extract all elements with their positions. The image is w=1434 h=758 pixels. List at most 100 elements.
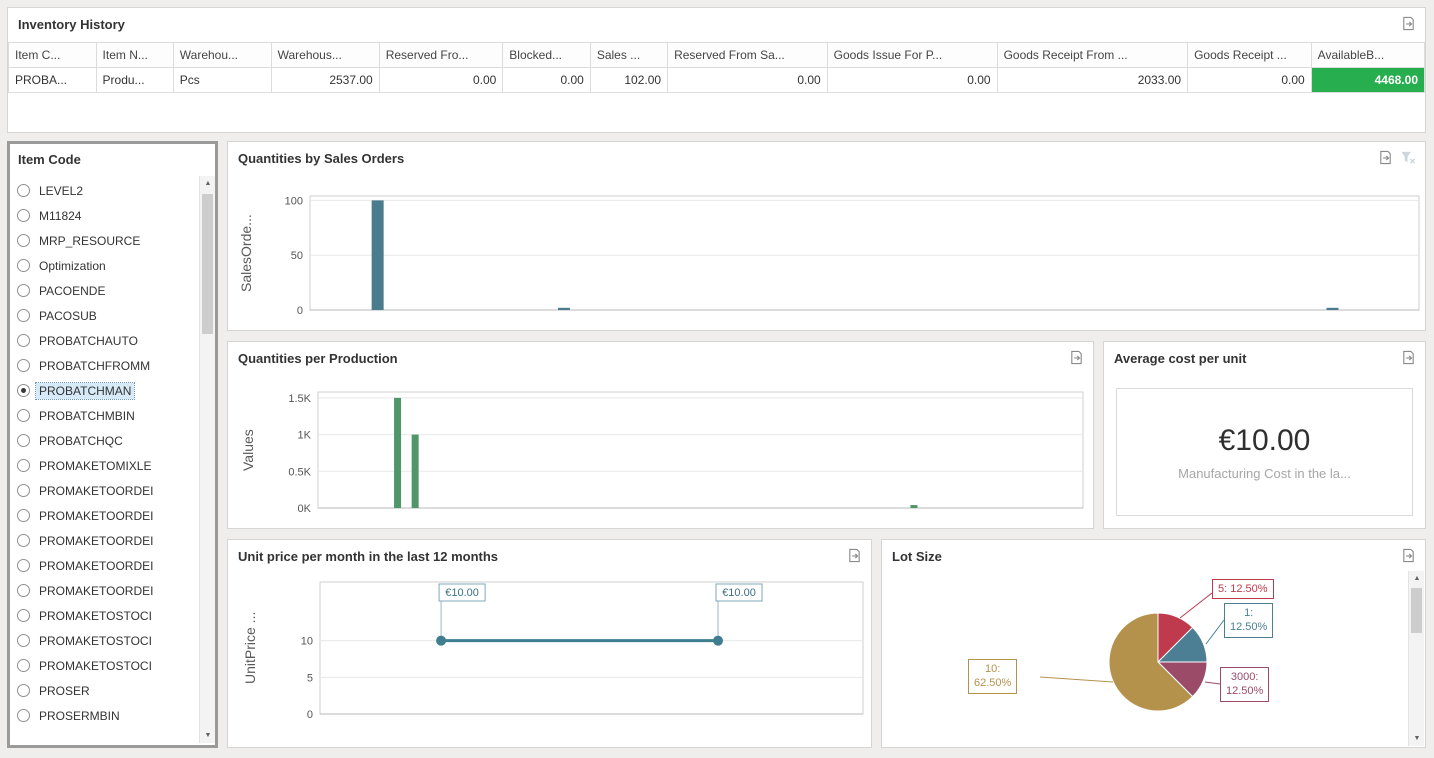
scroll-down-icon[interactable]: ▼ [1409,731,1425,746]
item-code-option[interactable]: PROMAKETOORDEI [10,528,198,553]
svg-text:€10.00: €10.00 [445,587,479,599]
item-code-option[interactable]: PROMAKETOSTOCI [10,603,198,628]
item-code-option[interactable]: PACOENDE [10,278,198,303]
radio-icon [17,559,30,572]
column-header[interactable]: Goods Issue For P... [827,43,997,68]
item-code-option[interactable]: PROBATCHAUTO [10,328,198,353]
vertical-scrollbar[interactable]: ▲ ▼ [1408,571,1424,746]
item-code-option[interactable]: PACOSUB [10,303,198,328]
panel-header: Average cost per unit [1104,342,1425,370]
scrollbar-thumb[interactable] [202,194,213,334]
item-code-label: Optimization [36,258,109,274]
sales-orders-chart[interactable]: 0 50 100 [264,188,1424,328]
export-icon[interactable] [1400,15,1416,31]
scroll-down-icon[interactable]: ▼ [200,728,216,743]
lot-size-chart[interactable] [884,570,1409,746]
unit-price-chart[interactable]: 0510€10.00€10.00 [274,574,868,732]
column-header[interactable]: Reserved From Sa... [668,43,828,68]
item-code-label: PROMAKETOSTOCI [36,608,155,624]
item-code-option[interactable]: PROMAKETOSTOCI [10,628,198,653]
panel-title: Lot Size [892,549,942,564]
svg-text:0: 0 [297,305,303,317]
export-icon[interactable] [1068,349,1084,365]
item-code-option[interactable]: PROMAKETOORDEI [10,478,198,503]
item-code-label: M11824 [36,208,84,224]
clear-filter-icon[interactable] [1400,149,1416,165]
item-code-option[interactable]: M11824 [10,203,198,228]
lot-size-panel: Lot Size 5: 12.50% 1: 12.50% 3000: 12.50… [881,539,1426,748]
radio-icon [17,184,30,197]
item-code-label: PROBATCHQC [36,433,126,449]
item-code-option[interactable]: PROSER [10,678,198,703]
scroll-up-icon[interactable]: ▲ [200,176,216,191]
panel-title: Unit price per month in the last 12 mont… [238,549,498,564]
column-header[interactable]: Warehous... [271,43,379,68]
dashboard-page: Inventory History Item C...Item N...Ware… [0,0,1434,758]
table-cell: 0.00 [668,68,828,93]
radio-icon [17,309,30,322]
item-code-option[interactable]: PROSERMBIN [10,703,198,728]
export-icon[interactable] [1400,547,1416,563]
panel-header: Item Code [10,144,215,172]
export-icon[interactable] [1400,349,1416,365]
item-code-option[interactable]: PROBATCHFROMM [10,353,198,378]
item-code-label: PROMAKETOORDEI [36,558,156,574]
column-header[interactable]: AvailableB... [1311,43,1424,68]
export-icon[interactable] [1377,149,1393,165]
item-code-title: Item Code [18,152,81,167]
item-code-option[interactable]: LEVEL2 [10,178,198,203]
avg-cost-value: €10.00 [1219,424,1311,458]
scroll-up-icon[interactable]: ▲ [1409,571,1425,586]
item-code-panel: Item Code LEVEL2 M11824 MRP_RESOURCE Optimi… [7,141,218,748]
table-cell: Produ... [96,68,173,93]
item-code-option[interactable]: PROMAKETOORDEI [10,553,198,578]
item-code-label: PROBATCHAUTO [36,333,141,349]
radio-icon [17,609,30,622]
column-header[interactable]: Blocked... [503,43,591,68]
avg-cost-subtitle: Manufacturing Cost in the la... [1178,466,1351,481]
table-row[interactable]: PROBA...Produ...Pcs2537.000.000.00102.00… [9,68,1425,93]
item-code-option[interactable]: PROBATCHMAN [10,378,198,403]
item-code-option[interactable]: PROMAKETOMIXLE [10,453,198,478]
item-code-label: LEVEL2 [36,183,86,199]
item-code-option[interactable]: PROMAKETOORDEI [10,578,198,603]
item-code-option[interactable]: PROBATCHQC [10,428,198,453]
item-code-option[interactable]: MRP_RESOURCE [10,228,198,253]
panel-header: Quantities per Production [228,342,1093,370]
column-header[interactable]: Sales ... [590,43,667,68]
radio-icon [17,634,30,647]
item-code-label: PROBATCHFROMM [36,358,153,374]
column-header[interactable]: Item C... [9,43,97,68]
item-code-option[interactable]: PROBATCHMBIN [10,403,198,428]
column-header[interactable]: Goods Receipt ... [1188,43,1312,68]
radio-icon [17,209,30,222]
svg-text:10: 10 [301,636,313,648]
svg-text:50: 50 [291,250,303,262]
radio-icon [17,384,30,397]
item-code-option[interactable]: Optimization [10,253,198,278]
table-cell: PROBA... [9,68,97,93]
column-header[interactable]: Goods Receipt From ... [997,43,1188,68]
item-code-label: PROBATCHMBIN [36,408,138,424]
item-code-option[interactable]: PROMAKETOSTOCI [10,653,198,678]
item-code-label: PACOSUB [36,308,100,324]
radio-icon [17,234,30,247]
svg-text:€10.00: €10.00 [722,587,756,599]
item-code-label: PROSER [36,683,93,699]
item-code-label: PROBATCHMAN [36,383,134,399]
item-code-option[interactable]: PROMAKETOORDEI [10,503,198,528]
column-header[interactable]: Reserved Fro... [379,43,503,68]
inventory-table: Item C...Item N...Warehou...Warehous...R… [8,42,1425,93]
vertical-scrollbar[interactable]: ▲ ▼ [199,176,215,743]
panel-title: Quantities by Sales Orders [238,151,404,166]
column-header[interactable]: Warehou... [173,43,271,68]
scrollbar-thumb[interactable] [1411,588,1422,633]
svg-text:100: 100 [285,195,303,207]
y-axis-label: UnitPrice ... [242,582,258,714]
column-header[interactable]: Item N... [96,43,173,68]
export-icon[interactable] [846,547,862,563]
svg-text:0: 0 [307,709,313,721]
item-code-label: PROMAKETOORDEI [36,508,156,524]
item-code-label: PROMAKETOMIXLE [36,458,154,474]
production-chart[interactable]: 0K0.5K1K1.5K [272,384,1088,526]
